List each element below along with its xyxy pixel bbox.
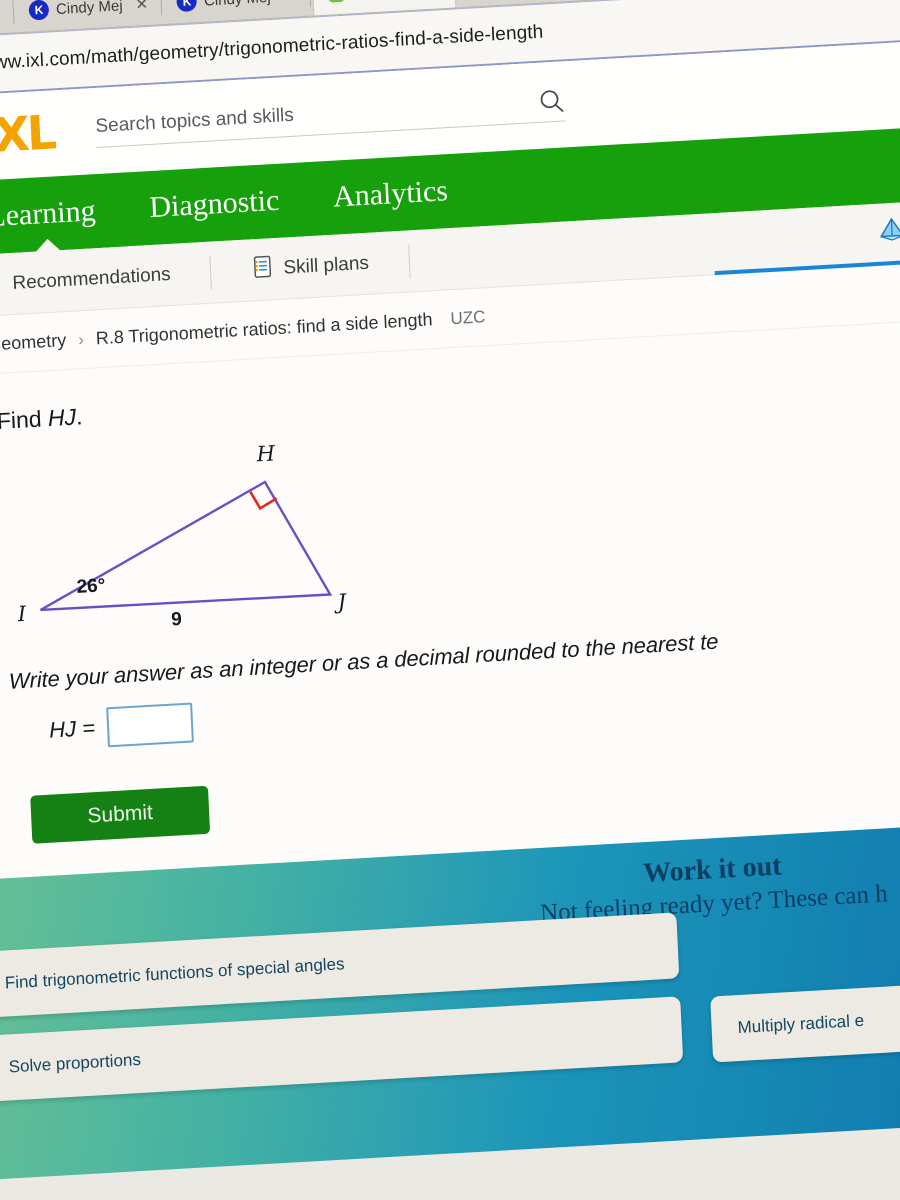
tab-label: Cindy Mej [55, 0, 123, 18]
tab-divider [160, 0, 163, 16]
ixl-icon: IXL [324, 0, 348, 5]
kahoot-icon: K [28, 0, 50, 21]
angle-label-26: 26° [76, 575, 106, 598]
ixl-page: XL Search topics and skills Learning Dia… [0, 38, 900, 1182]
nav-item-learning[interactable]: Learning [0, 194, 96, 234]
triangle-figure: H I J 26° 9 [0, 433, 437, 647]
breadcrumb-skill: R.8 Trigonometric ratios: find a side le… [95, 309, 433, 349]
suggested-skill-card-right[interactable]: Multiply radical e [710, 977, 900, 1063]
subnav-label: Recommendations [11, 263, 172, 294]
tab-divider [308, 0, 311, 7]
submit-button[interactable]: Submit [30, 785, 211, 844]
subject-tab-math[interactable]: Math [878, 213, 900, 252]
triangle-svg [40, 480, 333, 612]
vertex-label-j: J [337, 589, 347, 615]
subnav-divider [408, 243, 411, 278]
suggested-skill-card[interactable]: Solve proportions [0, 996, 684, 1102]
math-pyramid-icon [878, 216, 900, 247]
right-angle-marker-icon [249, 491, 278, 511]
screen-photo: hybrid c ✕ K Cindy Mej ✕ K Cindy Mej ✕ [0, 0, 900, 1200]
search-placeholder: Search topics and skills [95, 104, 295, 138]
search-icon[interactable] [538, 87, 565, 114]
close-icon[interactable]: ✕ [135, 0, 148, 14]
ixl-logo[interactable]: XL [0, 105, 56, 164]
kahoot-icon: K [176, 0, 198, 13]
vertex-label-h: H [256, 441, 276, 467]
tab-divider [12, 0, 15, 24]
prompt-prefix: Find [0, 405, 49, 435]
suggested-skills-list: Find trigonometric functions of special … [0, 909, 900, 1120]
subnav-item-recommendations[interactable]: Recommendations [0, 260, 171, 301]
breadcrumb-subject[interactable]: Geometry [0, 330, 67, 355]
work-it-out-section: Work it out Not feeling ready yet? These… [0, 821, 900, 1182]
tab-label: Cindy Mej [204, 0, 271, 9]
prompt-suffix: . [75, 403, 83, 430]
logo-text: XL [0, 105, 56, 164]
subnav-divider [209, 255, 213, 290]
skill-code: UZC [449, 306, 486, 328]
search-field[interactable]: Search topics and skills [94, 87, 566, 149]
vertex-label-i: I [17, 601, 27, 627]
chevron-right-icon: › [77, 329, 85, 349]
subnav-item-skill-plans[interactable]: Skill plans [251, 248, 370, 285]
prompt-target: HJ [47, 403, 77, 432]
nav-item-analytics[interactable]: Analytics [332, 174, 448, 214]
monitor-screen: hybrid c ✕ K Cindy Mej ✕ K Cindy Mej ✕ [0, 0, 900, 1200]
answer-label: HJ = [48, 715, 96, 743]
skill-plans-icon [251, 254, 274, 285]
nav-item-diagnostic[interactable]: Diagnostic [149, 184, 280, 225]
question-area: Find HJ. H I J 26° 9 Write your answer a… [0, 318, 900, 882]
tab-label: IXL - T go [354, 0, 420, 1]
subnav-label: Skill plans [282, 252, 370, 279]
answer-input[interactable] [106, 702, 194, 748]
close-icon[interactable]: ✕ [283, 0, 296, 5]
browser-tab-hybrid[interactable]: hybrid c ✕ [0, 0, 11, 38]
recommendations-icon [0, 269, 3, 300]
side-label-9: 9 [170, 608, 183, 631]
